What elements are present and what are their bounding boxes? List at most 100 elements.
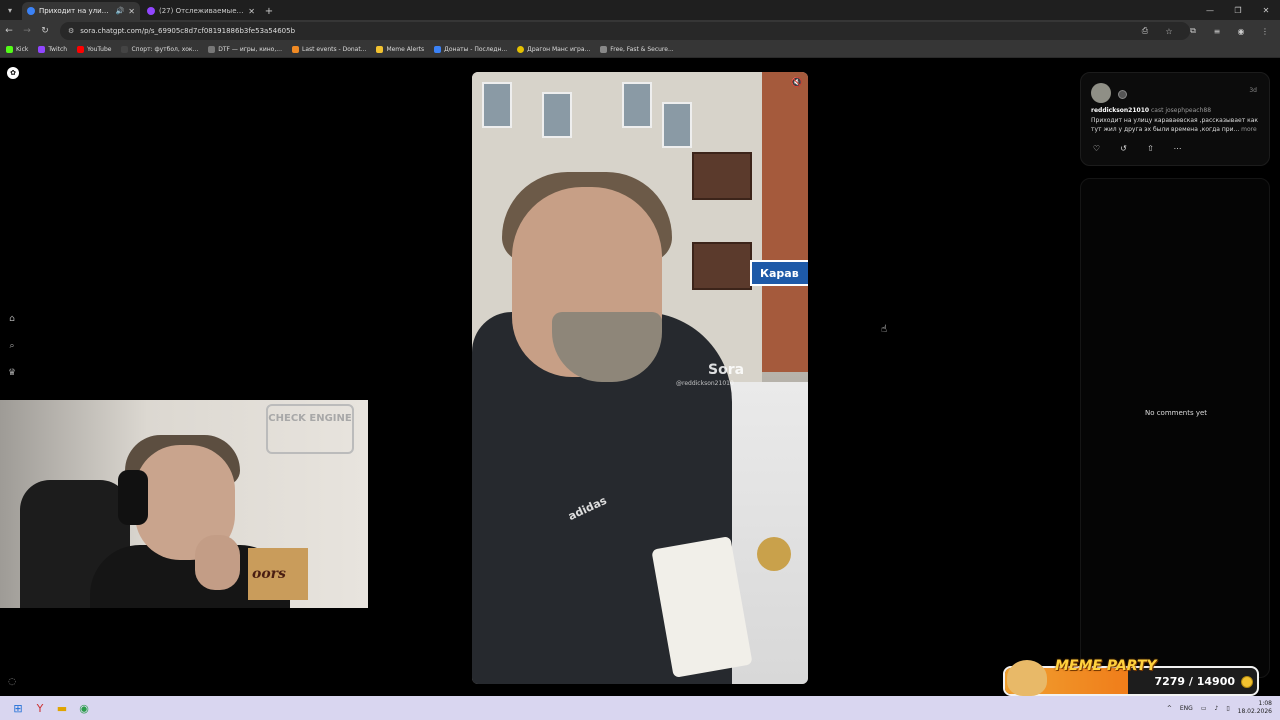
new-tab-button[interactable]: + [260,2,278,20]
chrome-icon[interactable]: ◉ [76,700,92,716]
bookmark-label: Kick [16,46,29,53]
avatar[interactable] [1091,83,1111,103]
post-info-card: 3d reddickson21010 cast josephpeach88 Пр… [1080,72,1270,166]
volume-icon[interactable]: ♪ [1214,705,1218,712]
sora-watermark: Sora [708,362,745,378]
street-sign-text: Карав [760,266,799,280]
meme-party-title: MEME PARTY [1055,658,1157,674]
address-bar[interactable]: ⚙ sora.chatgpt.com/p/s_69905c8d7cf081918… [60,22,1190,40]
tray-chevron-icon[interactable]: ^ [1167,705,1172,712]
sora-logo-icon[interactable]: ✿ [7,67,19,79]
media-controls-icon[interactable]: ≡ [1206,22,1228,40]
bookmark-donat-last-events[interactable]: Last events - Donat... [291,46,367,53]
file-explorer-icon[interactable]: ▬ [54,700,70,716]
close-window-icon[interactable]: ✕ [1252,0,1280,20]
bookmark-sport[interactable]: Спорт: футбол, хок... [121,46,198,53]
tab-title: Приходит на улицу карав [39,7,112,15]
webcam-hand [195,535,240,590]
battery-icon[interactable]: ▯ [1226,705,1229,712]
video-balcony [692,242,752,290]
reload-icon[interactable]: ↻ [36,22,54,40]
video-brick-wall [762,72,808,372]
doge-icon [1007,660,1047,696]
comments-panel: No comments yet [1080,178,1270,678]
coin-icon [1241,676,1253,688]
back-icon[interactable]: ← [0,22,18,40]
video-window [482,82,512,128]
sport-icon [121,46,129,53]
post-description-text: Приходит на улицу караваевская ,рассказы… [1091,117,1259,133]
post-age: 3d [1249,87,1257,94]
yandex-browser-icon[interactable]: Y [32,700,48,716]
speaker-icon[interactable]: 🔊 [116,7,125,15]
windows-start-icon[interactable]: ⊞ [10,700,26,716]
forward-icon[interactable]: → [18,22,36,40]
dragon-icon [517,46,525,53]
bookmark-label: Донаты - Последн... [444,46,508,53]
bookmark-kick[interactable]: Kick [6,46,28,53]
bookmark-star-icon[interactable]: ☆ [1158,22,1180,40]
twitch-icon [38,46,46,53]
close-tab-icon[interactable]: ✕ [128,7,135,16]
remix-icon[interactable]: ↺ [1118,143,1129,154]
mute-icon[interactable]: 🔇 [790,76,804,90]
search-icon[interactable]: ⌕ [6,340,18,352]
network-icon[interactable]: ▭ [1201,705,1207,712]
install-app-icon[interactable]: ⎙ [1134,22,1156,40]
donaty-icon [434,46,442,53]
street-sign: Карав [750,260,808,286]
bookmark-label: Спорт: футбол, хок... [131,46,199,53]
bookmark-youtube[interactable]: YouTube [77,46,111,53]
post-actions: ♡ ↺ ⇧ ⋯ [1091,143,1183,154]
post-description: Приходит на улицу караваевская ,рассказы… [1091,116,1263,134]
headset-icon [118,470,148,525]
meme-alerts-icon [376,46,384,53]
sora-favicon-icon [27,7,35,15]
bookmark-label: Last events - Donat... [301,46,367,53]
kick-icon [6,46,13,53]
more-options-icon[interactable]: ⋯ [1172,143,1183,154]
tab-twitch-following[interactable]: (27) Отслеживаемые активн ✕ [142,2,260,20]
extensions-icon[interactable]: ⧉ [1182,22,1204,40]
post-username[interactable]: reddickson21010 [1091,107,1149,114]
box-text: oors [252,566,286,582]
maximize-icon[interactable]: ❐ [1224,0,1252,20]
tab-search-chevron-icon[interactable]: ▾ [0,0,20,20]
windows-taskbar: ⊞ Y ▬ ◉ ^ ENG ▭ ♪ ▯ 1:08 18.02.2026 [0,696,1280,720]
bookmark-meme-alerts[interactable]: Meme Alerts [376,46,424,53]
minimize-icon[interactable]: — [1196,0,1224,20]
meme-party-count: 7279 / 14900 [1154,675,1235,688]
meme-party-widget: MEME PARTY 7279 / 14900 [1003,658,1259,696]
bookmark-donaty[interactable]: Донаты - Последн... [434,46,507,53]
bookmarks-bar: Kick Twitch YouTube Спорт: футбол, хок..… [0,42,1280,58]
bookmark-free-fast-secure[interactable]: Free, Fast & Secure... [600,46,674,53]
close-tab-icon[interactable]: ✕ [248,7,255,16]
like-heart-icon[interactable]: ♡ [1091,143,1102,154]
language-indicator[interactable]: ENG [1180,705,1193,712]
mail-icon [600,46,608,53]
video-player[interactable]: Карав adidas Sora @reddickson21010 🔇 [472,72,808,684]
trophy-icon[interactable]: ♛ [6,367,18,379]
home-icon[interactable]: ⌂ [6,313,18,325]
post-cast[interactable]: cast josephpeach88 [1151,107,1211,114]
menu-icon[interactable]: ⋮ [1254,22,1276,40]
bookmark-dtf[interactable]: DTF — игры, кино,... [208,46,282,53]
bookmark-dragon-mania[interactable]: Драгон Манс игра... [517,46,590,53]
video-window [622,82,652,128]
twitch-favicon-icon [147,7,155,15]
clock[interactable]: 1:08 18.02.2026 [1238,700,1272,716]
settings-circle-icon[interactable]: ◌ [6,676,18,688]
tab-sora-post[interactable]: Приходит на улицу карав 🔊 ✕ [22,2,140,20]
system-tray: ^ ENG ▭ ♪ ▯ 1:08 18.02.2026 [1167,696,1272,720]
bookmark-twitch[interactable]: Twitch [38,46,67,53]
profile-icon[interactable]: ◉ [1230,22,1252,40]
cameo-avatar[interactable] [1118,90,1127,99]
video-bun [757,537,791,571]
bookmark-label: YouTube [87,46,112,53]
bookmark-label: Драгон Манс игра... [527,46,591,53]
site-info-icon[interactable]: ⚙ [68,27,74,35]
tab-title: (27) Отслеживаемые активн [159,7,244,15]
share-icon[interactable]: ⇧ [1145,143,1156,154]
url-text: sora.chatgpt.com/p/s_69905c8d7cf08191886… [80,27,296,35]
more-link[interactable]: more [1241,126,1257,133]
